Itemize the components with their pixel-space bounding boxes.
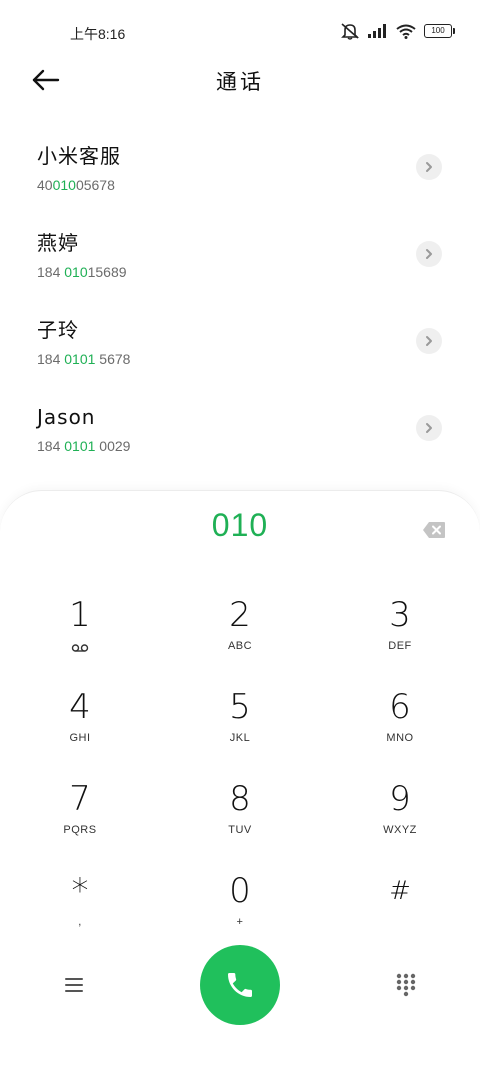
keypad-toggle-button[interactable]	[396, 973, 416, 997]
key-digit: 1	[69, 595, 91, 635]
contact-name: Jason	[37, 405, 96, 429]
key-digit: 5	[229, 687, 251, 727]
contact-detail-button[interactable]	[416, 415, 442, 441]
key-5[interactable]: 5 JKL	[160, 673, 320, 765]
contact-detail-button[interactable]	[416, 154, 442, 180]
voicemail-icon	[71, 644, 89, 652]
number-suffix: 15689	[87, 264, 127, 280]
key-letters: MNO	[386, 732, 414, 744]
key-2[interactable]: 2 ABC	[160, 581, 320, 673]
chevron-right-icon	[426, 423, 432, 433]
contact-number: 184 0101 0029	[37, 437, 480, 455]
contact-detail-button[interactable]	[416, 328, 442, 354]
dialer-bottom-bar	[0, 945, 480, 1027]
menu-icon	[65, 978, 83, 992]
key-digit: 4	[69, 687, 91, 727]
chevron-right-icon	[426, 336, 432, 346]
backspace-icon	[423, 522, 445, 538]
key-1[interactable]: 1	[0, 581, 160, 673]
key-letters: JKL	[229, 732, 251, 744]
number-match: 010	[64, 264, 88, 280]
wifi-icon	[396, 24, 416, 39]
dialed-number[interactable]: 010	[0, 507, 480, 544]
number-match: 0101	[64, 351, 96, 367]
key-hash[interactable]: #	[320, 857, 480, 949]
chevron-right-icon	[426, 249, 432, 259]
key-letters: WXYZ	[383, 824, 417, 836]
key-3[interactable]: 3 DEF	[320, 581, 480, 673]
battery-icon: 100	[424, 24, 455, 38]
contact-item[interactable]: Jason 184 0101 0029	[0, 385, 480, 472]
key-letters: ABC	[227, 640, 253, 652]
number-suffix: 05678	[75, 177, 115, 193]
key-letters: +	[236, 916, 244, 928]
number-prefix: 184	[37, 438, 65, 454]
key-9[interactable]: 9 WXYZ	[320, 765, 480, 857]
key-star[interactable]: * ,	[0, 857, 160, 949]
contact-name: 小米客服	[37, 144, 121, 168]
contact-number: 184 0101 5678	[37, 350, 480, 368]
contact-item[interactable]: 小米客服 4001005678	[0, 124, 480, 211]
contact-results-list: 小米客服 4001005678 燕婷 184 01015689 子玲 184 0…	[0, 124, 480, 472]
contact-detail-button[interactable]	[416, 241, 442, 267]
number-suffix: 0029	[95, 438, 131, 454]
phone-icon	[228, 973, 252, 997]
keypad: 1 2 ABC 3 DEF 4 GHI 5 JKL 6 MNO 7 PQRS 8…	[0, 581, 480, 949]
contact-item[interactable]: 燕婷 184 01015689	[0, 211, 480, 298]
menu-button[interactable]	[64, 975, 84, 995]
status-time: 上午8:16	[70, 26, 126, 42]
mute-bell-icon	[340, 22, 360, 40]
contact-name: 子玲	[37, 318, 79, 342]
key-4[interactable]: 4 GHI	[0, 673, 160, 765]
number-prefix: 40	[37, 177, 53, 193]
key-digit: 9	[389, 779, 411, 819]
key-0[interactable]: 0 +	[160, 857, 320, 949]
key-7[interactable]: 7 PQRS	[0, 765, 160, 857]
key-letters: TUV	[228, 824, 252, 836]
contact-number: 4001005678	[37, 176, 480, 194]
key-digit: 8	[229, 779, 251, 819]
delete-button[interactable]	[422, 521, 446, 539]
key-letters: GHI	[69, 732, 91, 744]
number-match: 010	[52, 177, 76, 193]
key-digit: 6	[389, 687, 411, 727]
key-letters: DEF	[388, 640, 412, 652]
number-match: 0101	[64, 438, 96, 454]
key-8[interactable]: 8 TUV	[160, 765, 320, 857]
number-prefix: 184	[37, 351, 65, 367]
key-digit: 3	[389, 595, 411, 635]
dialpad-icon	[396, 973, 416, 997]
contact-item[interactable]: 子玲 184 0101 5678	[0, 298, 480, 385]
key-digit: *	[71, 871, 89, 911]
header: 通话	[0, 60, 480, 100]
chevron-right-icon	[426, 162, 432, 172]
number-suffix: 5678	[95, 351, 131, 367]
call-button[interactable]	[200, 945, 280, 1025]
number-prefix: 184	[37, 264, 65, 280]
status-bar: 上午8:16 100	[0, 0, 480, 64]
key-digit: 2	[229, 595, 251, 635]
signal-icon	[368, 24, 388, 38]
key-6[interactable]: 6 MNO	[320, 673, 480, 765]
key-letters: ,	[78, 916, 82, 928]
key-digit: 0	[229, 871, 251, 911]
key-digit: #	[389, 876, 411, 906]
contact-number: 184 01015689	[37, 263, 480, 281]
status-icons: 100	[340, 22, 455, 40]
key-letters: PQRS	[63, 824, 97, 836]
page-title: 通话	[216, 70, 264, 94]
key-digit: 7	[69, 779, 91, 819]
dialer-sheet: 010 1 2 ABC 3 DEF 4 GHI 5 JKL 6 MNO 7 PQ…	[0, 490, 480, 1066]
contact-name: 燕婷	[37, 231, 79, 255]
